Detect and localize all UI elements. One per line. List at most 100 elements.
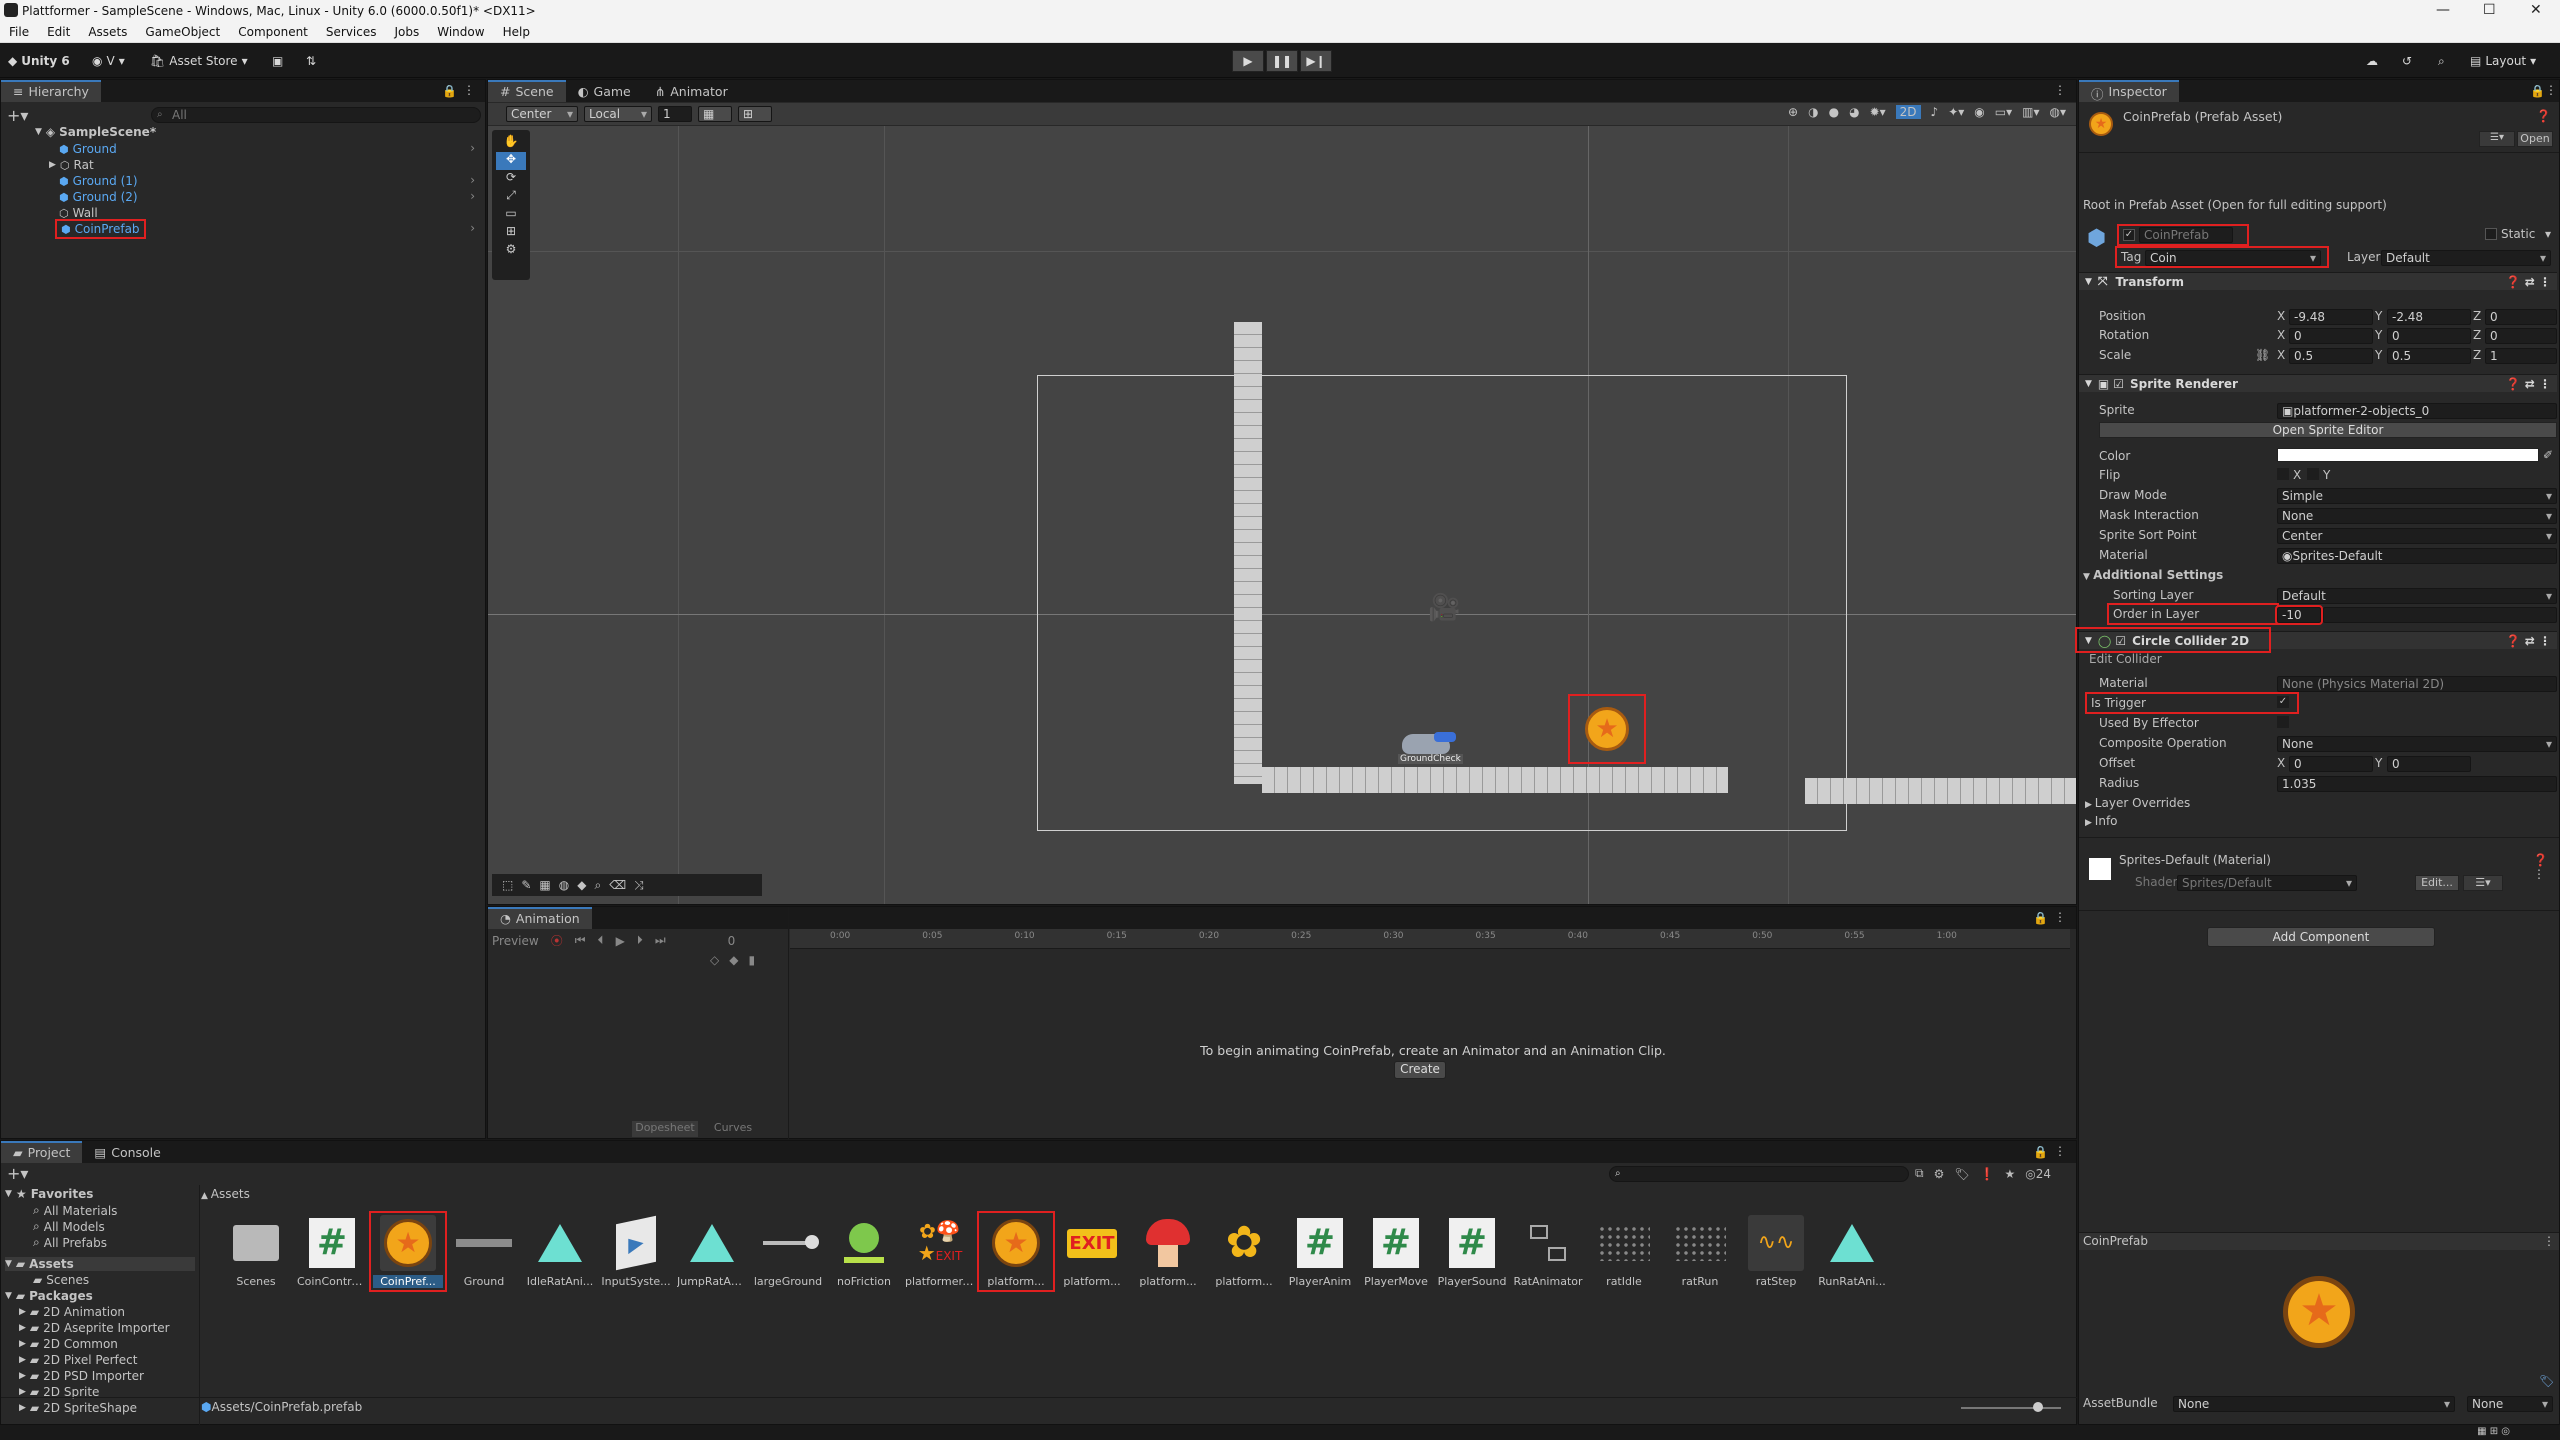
menu-help[interactable]: Help xyxy=(503,25,530,39)
tab-scene[interactable]: # Scene xyxy=(488,80,566,102)
asset-item[interactable]: ∿∿ ratStep xyxy=(1741,1215,1811,1288)
scale-x-field[interactable]: 0.5 xyxy=(2289,348,2373,364)
enabled-checkbox[interactable]: ☑ xyxy=(2113,377,2124,391)
account-button[interactable]: ◉ V ▾ xyxy=(92,50,125,72)
asset-item[interactable]: # PlayerMove xyxy=(1361,1215,1431,1288)
package-item[interactable]: ▶ ▰ 2D SpriteShape xyxy=(19,1401,137,1415)
scene-root[interactable]: ▼ ◈ SampleScene* xyxy=(35,124,156,140)
zoom-icon[interactable]: ⌕ xyxy=(594,878,601,893)
menu-file[interactable]: File xyxy=(9,25,29,39)
icon-size-slider-thumb[interactable] xyxy=(2033,1402,2043,1412)
info-foldout[interactable]: ▶ Info xyxy=(2085,814,2118,828)
chevron-right-icon[interactable]: › xyxy=(470,189,475,203)
audio-mute-icon[interactable]: ♪ xyxy=(1931,105,1939,119)
menu-services[interactable]: Services xyxy=(326,25,377,39)
menu-assets[interactable]: Assets xyxy=(88,25,127,39)
unity-account-button[interactable]: ◆ Unity 6 xyxy=(8,50,70,72)
tab-console[interactable]: ▤ Console xyxy=(82,1141,172,1163)
package-item[interactable]: ▶ ▰ 2D Common xyxy=(19,1337,118,1351)
scene-viewport[interactable]: 🎥 GroundCheck ★ ✋ ✥ ⟳ ⤢ ▭ ⊞ ⚙ ⬚ ✎ ▦ ◍ ◆ ⌕ ⌫ ⤨ xyxy=(488,126,2076,904)
icon-size-slider[interactable] xyxy=(1961,1407,2061,1409)
composite-operation-dropdown[interactable]: None xyxy=(2277,736,2557,752)
fx-icon[interactable]: ✦▾ xyxy=(1948,105,1964,119)
open-sprite-editor-button[interactable]: Open Sprite Editor xyxy=(2099,422,2557,438)
visibility-icon[interactable]: ◉ xyxy=(1974,105,1984,119)
mode-2d-toggle[interactable]: 2D xyxy=(1895,105,1921,119)
sprite-renderer-header[interactable]: ▼ ▣ ☑ Sprite Renderer ❓ ⇄ ⋮ xyxy=(2079,374,2557,392)
grid-snap-field[interactable]: 1 xyxy=(658,106,692,122)
name-field[interactable]: CoinPrefab xyxy=(2139,227,2233,243)
favorite-item[interactable]: ⌕ All Materials xyxy=(33,1203,117,1218)
link-icon[interactable]: ⛓ xyxy=(2255,348,2270,362)
breadcrumb-assets[interactable]: Assets xyxy=(211,1187,250,1201)
search-icon[interactable]: ⌕ xyxy=(2438,50,2445,72)
position-z-field[interactable]: 0 xyxy=(2485,309,2557,325)
cloud-icon[interactable]: ☁ xyxy=(2366,50,2378,72)
component-menu-icons[interactable]: ❓ ⇄ ⋮ xyxy=(2506,634,2551,648)
position-y-field[interactable]: -2.48 xyxy=(2387,309,2471,325)
hierarchy-search-input[interactable]: ⌕ All xyxy=(151,107,481,123)
favorite-icon[interactable]: ★ xyxy=(2005,1167,2016,1181)
asset-item[interactable]: largeGround xyxy=(753,1215,823,1288)
orientation-gizmo-icon[interactable]: ⊕ xyxy=(1788,105,1798,119)
lock-icon[interactable]: 🔒 xyxy=(2033,1145,2048,1159)
asset-item[interactable]: ratIdle xyxy=(1589,1215,1659,1288)
list-menu-icon[interactable]: ☰▾ xyxy=(2479,131,2515,147)
flip-y-checkbox[interactable] xyxy=(2307,468,2319,480)
favorites-folder[interactable]: ▼ ★ Favorites xyxy=(5,1187,93,1201)
ground-2-tiles[interactable] xyxy=(1805,778,2076,804)
asset-item[interactable]: platform... xyxy=(1133,1215,1203,1288)
eyedropper-icon[interactable]: ✐ xyxy=(2543,448,2553,462)
more-options-icon[interactable]: ⋮ xyxy=(2054,1144,2066,1158)
add-event-icon[interactable]: ◆ xyxy=(729,953,738,967)
list-menu-icon[interactable]: ☰▾ xyxy=(2463,875,2503,891)
custom-tool-icon[interactable]: ⚙ xyxy=(496,242,526,260)
asset-item[interactable]: JumpRatAn... xyxy=(677,1215,747,1288)
layer-overrides-foldout[interactable]: ▶ Layer Overrides xyxy=(2085,796,2190,810)
step-button[interactable]: ▶❙ xyxy=(1300,50,1332,72)
menu-gameobject[interactable]: GameObject xyxy=(145,25,220,39)
offset-y-field[interactable]: 0 xyxy=(2387,756,2471,772)
ground-tiles[interactable] xyxy=(1262,767,1728,793)
layer-dropdown[interactable]: Default xyxy=(2381,250,2551,266)
draw-mode-icon[interactable]: ◑ xyxy=(1808,105,1818,119)
asset-store-button[interactable]: 🛍 Asset Store ▾ xyxy=(150,50,248,72)
tab-hierarchy[interactable]: ≡ Hierarchy xyxy=(1,80,101,102)
frame-field[interactable]: 0 xyxy=(728,934,736,948)
last-frame-icon[interactable]: ⏭ xyxy=(655,933,666,948)
tab-inspector[interactable]: ⓘ Inspector xyxy=(2079,80,2179,102)
globe-icon[interactable]: ◍▾ xyxy=(2050,105,2067,119)
lock-icon[interactable]: 🔒 xyxy=(2033,911,2048,925)
layout-dropdown[interactable]: ▤ Layout ▾ xyxy=(2470,50,2536,72)
maximize-icon[interactable]: ☐ xyxy=(2483,2,2496,18)
transform-header[interactable]: ▼ ⤧ Transform ❓ ⇄ ⋮ xyxy=(2079,272,2557,290)
pause-button[interactable]: ❚❚ xyxy=(1266,50,1298,72)
search-by-type-icon[interactable]: ⧉ xyxy=(1915,1166,1924,1181)
asset-item[interactable]: Scenes xyxy=(221,1215,291,1288)
hierarchy-item-wall[interactable]: ⬡ Wall xyxy=(59,205,98,221)
asset-item[interactable]: # CoinContro... xyxy=(297,1215,367,1288)
packages-folder[interactable]: ▼ ▰ Packages xyxy=(5,1289,93,1303)
next-frame-icon[interactable]: ⏵ xyxy=(637,933,643,948)
more-options-icon[interactable]: ⋮ xyxy=(2543,1234,2555,1248)
hierarchy-item-coinprefab[interactable]: ⬢ CoinPrefab xyxy=(55,219,146,239)
dopesheet-button[interactable]: Dopesheet xyxy=(632,1121,698,1137)
filter-icon[interactable]: ⚙ xyxy=(1934,1167,1945,1181)
offset-x-field[interactable]: 0 xyxy=(2289,756,2373,772)
label-filter-icon[interactable]: 🏷 xyxy=(1954,1167,1969,1181)
add-component-button[interactable]: Add Component xyxy=(2207,927,2435,947)
order-in-layer-field[interactable]: -10 xyxy=(2275,605,2323,625)
package-icon[interactable]: ▣ xyxy=(272,50,283,72)
camera-gizmo-icon[interactable]: 🎥 xyxy=(1428,593,1460,623)
asset-item[interactable]: ✿🍄 ★EXIT platformer-... xyxy=(905,1215,975,1289)
asset-item[interactable]: # PlayerSound xyxy=(1437,1215,1507,1288)
tab-project[interactable]: ▰ Project xyxy=(1,1141,83,1163)
asset-item[interactable]: ★ CoinPref... xyxy=(369,1211,447,1292)
rotation-y-field[interactable]: 0 xyxy=(2387,328,2471,344)
is-trigger-checkbox[interactable]: ✓ xyxy=(2277,696,2289,708)
chevron-right-icon[interactable]: › xyxy=(470,141,475,155)
component-menu-icons[interactable]: ❓ ⇄ ⋮ xyxy=(2506,275,2551,289)
lighting-icon[interactable]: ✹▾ xyxy=(1870,105,1886,119)
asset-item[interactable]: Ground xyxy=(449,1215,519,1288)
shader-dropdown[interactable]: Sprites/Default xyxy=(2177,875,2357,891)
